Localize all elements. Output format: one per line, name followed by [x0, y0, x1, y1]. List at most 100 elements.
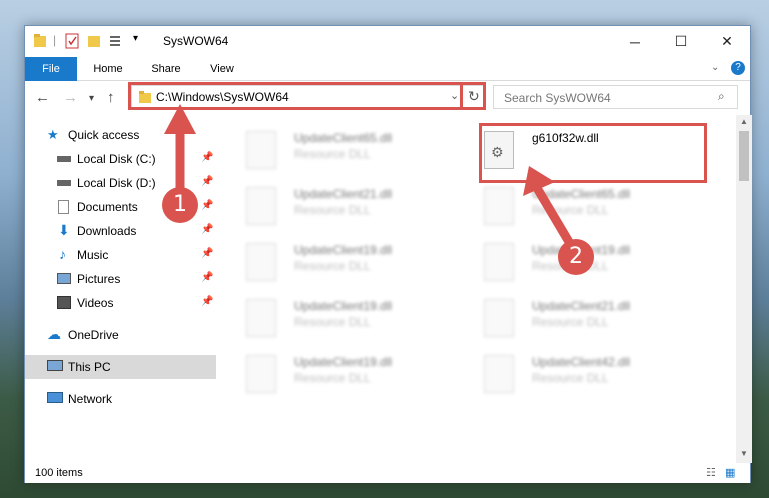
sidebar-item-onedrive[interactable]: ☁ OneDrive [25, 323, 216, 347]
tab-view[interactable]: View [201, 57, 243, 81]
file-name: UpdateClient19.dll [294, 299, 393, 313]
computer-icon [47, 360, 63, 371]
dll-file-icon [484, 355, 514, 393]
sidebar-item-label: Local Disk (C:) [77, 152, 156, 166]
dll-file-icon [246, 243, 276, 281]
sidebar-item-label: Pictures [77, 272, 121, 286]
search-input[interactable]: Search SysWOW64 ⌕ [493, 85, 738, 109]
star-icon: ★ [47, 127, 59, 142]
dll-file-icon [484, 187, 514, 225]
file-name: UpdateClient21.dll [294, 187, 393, 201]
sidebar-item-label: Network [68, 392, 113, 406]
explorer-window: | ▾ SysWOW64 ─ ☐ ✕ File Home Share View … [24, 25, 752, 483]
window-title: SysWOW64 [163, 34, 229, 48]
sidebar-item-pictures[interactable]: Pictures 📌 [25, 267, 216, 291]
step-marker-1: 1 [162, 187, 198, 223]
maximize-button[interactable]: ☐ [658, 26, 704, 57]
file-item[interactable]: UpdateClient19.dll Resource DLL [246, 237, 476, 291]
file-list: UpdateClient65.dll Resource DLL ⚙ g610f3… [216, 115, 736, 463]
scroll-up-icon[interactable]: ▲ [740, 117, 748, 126]
file-type: Resource DLL [294, 371, 371, 385]
refresh-highlight-box [460, 82, 486, 110]
sidebar-item-downloads[interactable]: ⬇ Downloads 📌 [25, 219, 216, 243]
properties-icon[interactable] [65, 33, 79, 49]
cloud-icon: ☁ [47, 326, 61, 342]
back-arrow-icon[interactable]: ← [35, 89, 50, 106]
pin-icon[interactable]: 📌 [201, 272, 213, 283]
pin-icon[interactable]: 📌 [201, 224, 213, 235]
step-marker-2: 2 [558, 239, 594, 275]
scroll-down-icon[interactable]: ▼ [740, 449, 748, 458]
download-icon: ⬇ [58, 222, 70, 238]
documents-icon [58, 200, 69, 214]
drive-icon [57, 156, 71, 162]
file-type: Resource DLL [532, 371, 609, 385]
folder-icon [34, 34, 46, 47]
pin-icon[interactable]: 📌 [201, 248, 213, 259]
file-type: Resource DLL [294, 147, 371, 161]
status-bar: 100 items ☷ ▦ [25, 463, 750, 483]
sidebar-item-label: Videos [77, 296, 114, 310]
dll-file-icon [484, 243, 514, 281]
file-name: UpdateClient42.dll [532, 355, 631, 369]
item-count: 100 items [35, 467, 83, 479]
sidebar-item-label: Local Disk (D:) [77, 176, 156, 190]
minimize-button[interactable]: ─ [612, 26, 658, 57]
separator: | [53, 33, 57, 47]
file-item[interactable]: UpdateClient21.dll Resource DLL [484, 293, 714, 347]
large-icons-view-icon[interactable]: ▦ [725, 466, 735, 479]
file-type: Resource DLL [294, 203, 371, 217]
customize-icon[interactable] [109, 33, 127, 49]
forward-arrow-icon[interactable]: → [63, 89, 78, 106]
tab-home[interactable]: Home [85, 57, 131, 81]
help-icon[interactable]: ? [731, 61, 745, 75]
file-item[interactable]: UpdateClient21.dll Resource DLL [246, 181, 476, 235]
pictures-icon [57, 273, 71, 284]
pin-icon[interactable]: 📌 [201, 296, 213, 307]
file-item[interactable]: UpdateClient42.dll Resource DLL [484, 349, 714, 403]
file-name: UpdateClient65.dll [294, 131, 393, 145]
dll-file-icon [484, 299, 514, 337]
sidebar-item-label: Downloads [77, 224, 137, 238]
new-folder-icon[interactable] [87, 33, 101, 49]
file-item[interactable]: UpdateClient19.dll Resource DLL [246, 349, 476, 403]
sidebar-item-label: OneDrive [68, 328, 119, 342]
file-type: Resource DLL [532, 315, 609, 329]
sidebar-item-network[interactable]: Network [25, 387, 216, 411]
sidebar-item-music[interactable]: ♪ Music 📌 [25, 243, 216, 267]
network-icon [47, 392, 63, 403]
close-button[interactable]: ✕ [704, 26, 750, 57]
tab-share[interactable]: Share [143, 57, 189, 81]
ribbon-expand-icon[interactable]: ⌄ [711, 62, 719, 73]
sidebar-item-label: Quick access [68, 128, 140, 142]
file-name: UpdateClient19.dll [294, 243, 393, 257]
sidebar-item-label: Documents [77, 200, 138, 214]
sidebar-item-this-pc[interactable]: This PC [25, 355, 216, 379]
sidebar-item-videos[interactable]: Videos 📌 [25, 291, 216, 315]
dll-file-icon [246, 299, 276, 337]
file-type: Resource DLL [294, 315, 371, 329]
scroll-thumb[interactable] [739, 131, 749, 181]
sidebar-item-label: Music [77, 248, 109, 262]
file-name: UpdateClient19.dll [294, 355, 393, 369]
up-arrow-icon[interactable]: ↑ [107, 89, 115, 106]
dll-file-icon [246, 131, 276, 169]
dll-file-icon [246, 355, 276, 393]
sidebar-item-label: This PC [68, 360, 111, 374]
search-placeholder: Search SysWOW64 [504, 91, 611, 105]
file-type: Resource DLL [294, 259, 371, 273]
drive-icon [57, 180, 71, 186]
dll-file-icon [246, 187, 276, 225]
navigation-bar: ← → ▾ ↑ C:\Windows\SysWOW64 ⌄ ↻ Search S… [25, 81, 750, 115]
details-view-icon[interactable]: ☷ [706, 466, 716, 479]
file-item[interactable]: UpdateClient65.dll Resource DLL [246, 125, 476, 179]
file-name: UpdateClient21.dll [532, 299, 631, 313]
videos-icon [57, 296, 71, 309]
qa-dropdown-icon[interactable]: ▾ [133, 33, 138, 49]
search-icon[interactable]: ⌕ [718, 89, 725, 104]
ribbon-tabs: File Home Share View ⌄ ? [25, 57, 750, 111]
file-item[interactable]: UpdateClient19.dll Resource DLL [246, 293, 476, 347]
vertical-scrollbar[interactable]: ▲ ▼ [736, 115, 752, 463]
title-bar: | ▾ SysWOW64 ─ ☐ ✕ [25, 26, 750, 57]
recent-dropdown-icon[interactable]: ▾ [89, 93, 94, 104]
